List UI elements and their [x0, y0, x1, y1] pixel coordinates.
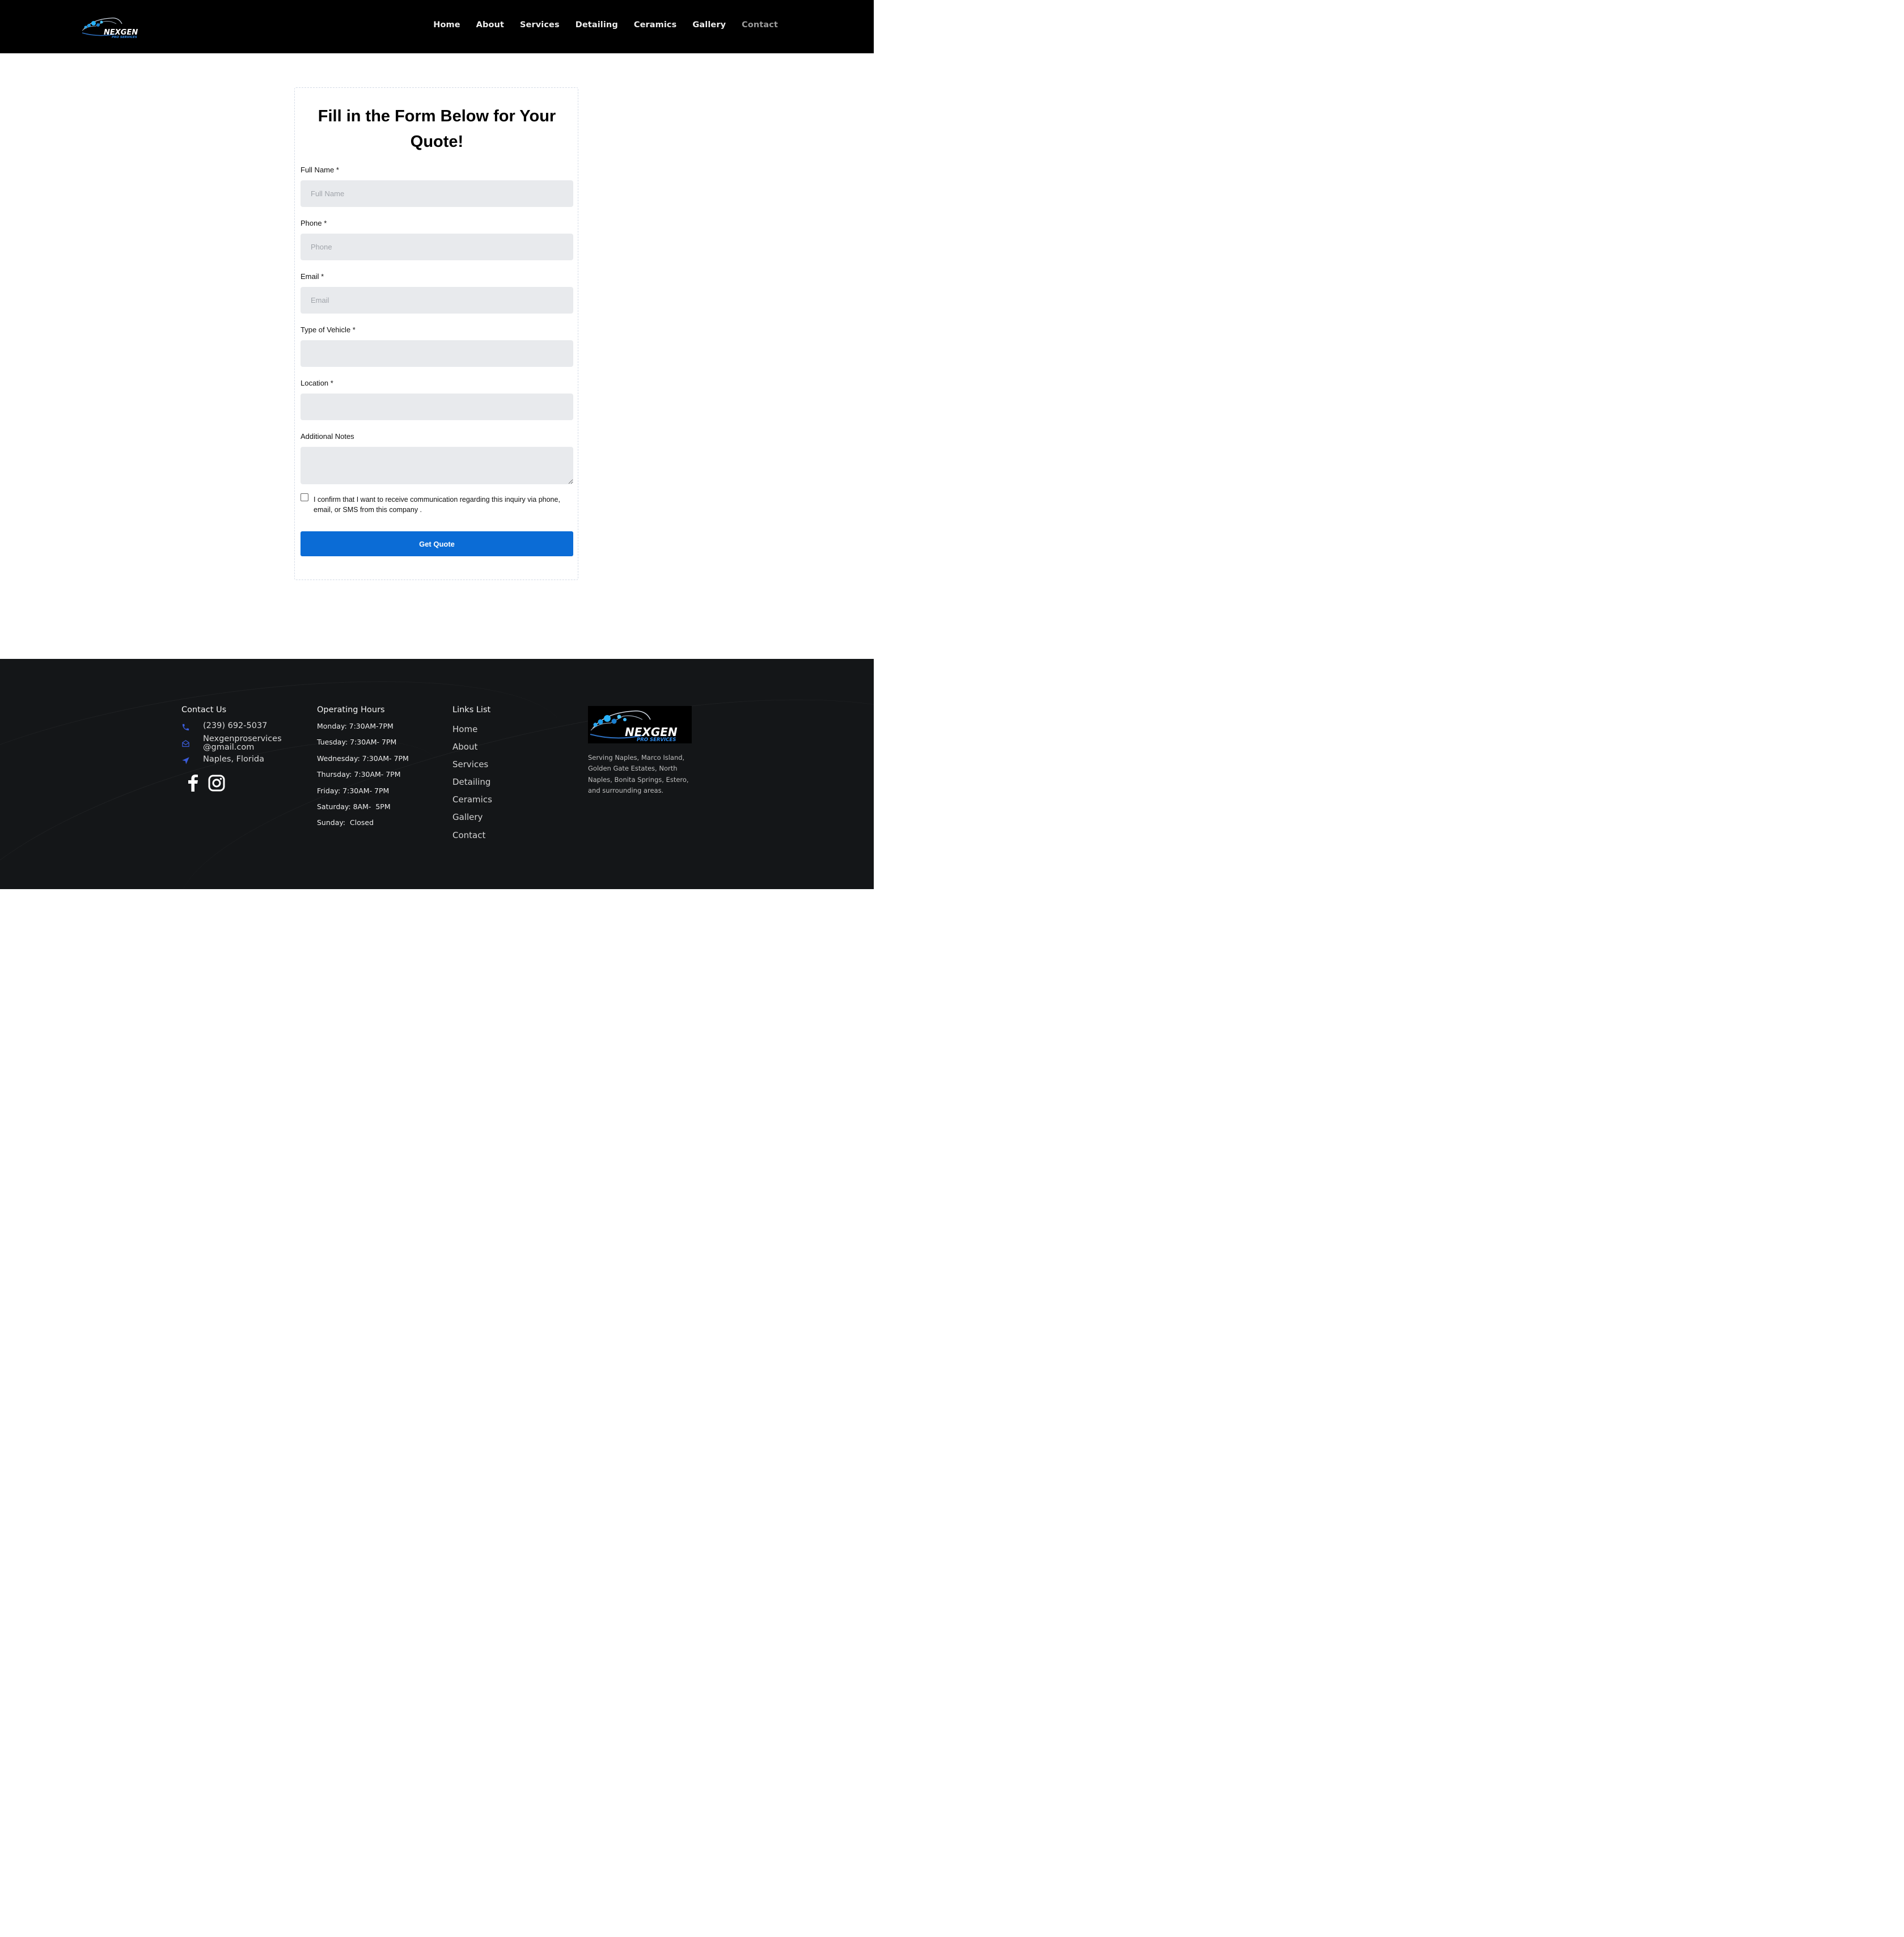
contact-email-row[interactable]: Nexgenproservices @gmail.com	[181, 735, 282, 752]
brand-tagline: PRO SERVICES	[112, 36, 137, 39]
links-list-title: Links List	[452, 705, 491, 714]
location-label: Location *	[301, 379, 333, 387]
form-title-wrap: Fill in the Form Below for Your Quote!	[0, 104, 874, 155]
hours-sunday: Sunday: Closed	[317, 818, 374, 827]
hours-monday: Monday: 7:30AM-7PM	[317, 722, 394, 730]
brand-logo[interactable]: NEXGEN PRO SERVICES	[81, 15, 147, 40]
nav-item-gallery[interactable]: Gallery	[692, 20, 726, 29]
nav-item-about[interactable]: About	[476, 20, 504, 29]
consent-text: I confirm that I want to receive communi…	[314, 496, 560, 514]
contact-email-line2: @gmail.com	[203, 743, 255, 752]
additional-notes-label: Additional Notes	[301, 432, 354, 441]
nav-item-home[interactable]: Home	[433, 20, 460, 29]
footer-link-gallery[interactable]: Gallery	[452, 812, 483, 822]
full-name-label: Full Name *	[301, 166, 339, 174]
footer-link-ceramics[interactable]: Ceramics	[452, 794, 492, 805]
footer-link-contact[interactable]: Contact	[452, 830, 485, 840]
hours-saturday: Saturday: 8AM- 5PM	[317, 802, 391, 811]
hours-thursday: Thursday: 7:30AM- 7PM	[317, 770, 401, 779]
footer-link-services[interactable]: Services	[452, 759, 488, 769]
contact-phone: (239) 692-5037	[203, 721, 268, 730]
contact-phone-row[interactable]: (239) 692-5037	[181, 722, 267, 732]
nav-item-detailing[interactable]: Detailing	[576, 20, 618, 29]
footer-brand-tagline: PRO SERVICES	[637, 737, 676, 743]
footer-brand-logo: NEXGEN PRO SERVICES	[588, 706, 692, 743]
contact-email: Nexgenproservices @gmail.com	[203, 735, 282, 752]
site-footer	[0, 659, 874, 889]
email-input[interactable]	[301, 287, 573, 314]
hours-friday: Friday: 7:30AM- 7PM	[317, 786, 390, 795]
hours-tuesday: Tuesday: 7:30AM- 7PM	[317, 738, 397, 746]
phone-input[interactable]	[301, 234, 573, 260]
email-label: Email *	[301, 272, 324, 281]
operating-hours-title: Operating Hours	[317, 705, 385, 714]
service-area-text: Serving Naples, Marco Island, Golden Gat…	[588, 754, 689, 794]
envelope-icon	[181, 738, 203, 748]
phone-label: Phone *	[301, 219, 327, 227]
additional-notes-textarea[interactable]	[301, 447, 573, 484]
form-title: Fill in the Form Below for Your Quote!	[318, 107, 556, 151]
contact-email-line1: Nexgenproservices	[203, 734, 282, 743]
nav-item-contact[interactable]: Contact	[742, 20, 778, 29]
vehicle-type-label: Type of Vehicle *	[301, 325, 356, 334]
contact-us-title: Contact Us	[181, 705, 227, 714]
consent-checkbox[interactable]	[301, 493, 308, 501]
main-nav: Home About Services Detailing Ceramics Galler…	[433, 20, 778, 29]
full-name-input[interactable]	[301, 180, 573, 207]
facebook-icon[interactable]	[187, 775, 199, 794]
location-input[interactable]	[301, 394, 573, 420]
footer-link-home[interactable]: Home	[452, 724, 477, 734]
footer-link-about[interactable]: About	[452, 742, 477, 752]
nav-item-ceramics[interactable]: Ceramics	[634, 20, 677, 29]
phone-icon	[181, 722, 203, 732]
hours-wednesday: Wednesday: 7:30AM- 7PM	[317, 754, 409, 763]
nav-item-services[interactable]: Services	[520, 20, 560, 29]
social-links	[187, 775, 225, 794]
location-arrow-icon	[181, 755, 203, 766]
instagram-icon[interactable]	[208, 775, 225, 794]
contact-location-row: Naples, Florida	[181, 755, 264, 766]
get-quote-button[interactable]: Get Quote	[301, 531, 573, 556]
contact-location: Naples, Florida	[203, 755, 264, 764]
footer-link-detailing[interactable]: Detailing	[452, 777, 490, 787]
vehicle-type-input[interactable]	[301, 340, 573, 367]
site-header: NEXGEN PRO SERVICES Home About Services Det…	[0, 0, 874, 53]
